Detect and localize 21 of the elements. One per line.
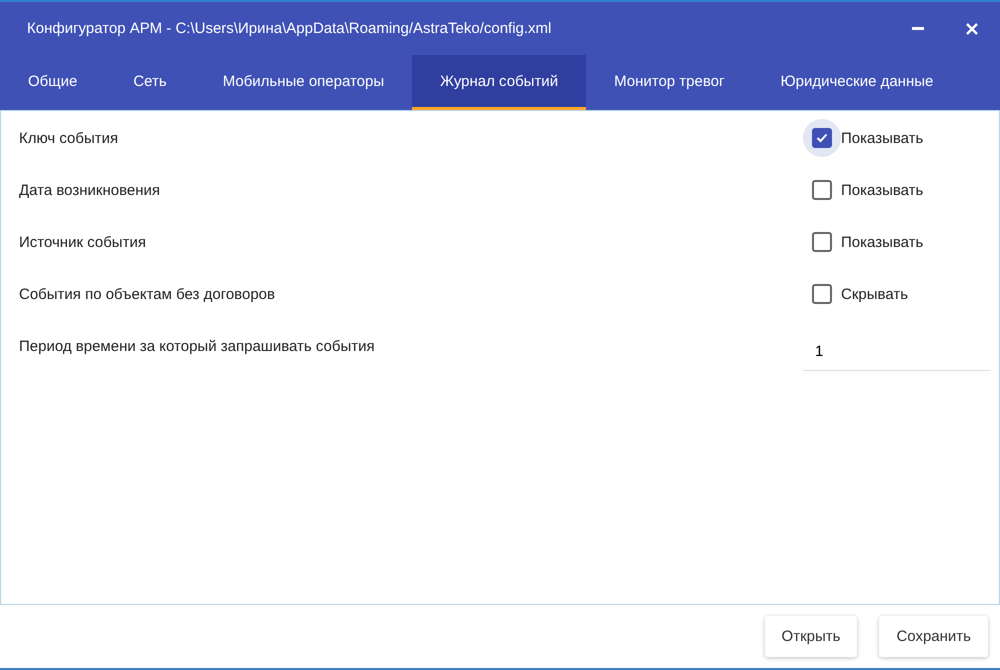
tab[interactable]: Общие (0, 55, 106, 110)
check-icon (816, 133, 828, 143)
tab[interactable]: Сеть (105, 55, 195, 110)
checkbox-label: Показывать (841, 234, 924, 250)
checkbox[interactable] (803, 119, 841, 157)
close-icon[interactable] (966, 22, 978, 34)
setting-label: Дата возникновения (19, 182, 160, 198)
setting-label: События по объектам без договоров (19, 286, 275, 302)
setting-label: Период времени за который запрашивать события (19, 338, 375, 354)
tab[interactable]: Мобильные операторы (194, 55, 412, 110)
setting-label: Ключ события (19, 130, 118, 146)
tab[interactable]: Монитор тревог (586, 55, 752, 110)
footer-button[interactable]: Открыть (764, 616, 858, 657)
checkbox-label: Скрывать (841, 286, 908, 302)
checkbox-label: Показывать (841, 182, 924, 198)
tab[interactable]: Юридические данные (752, 55, 962, 110)
setting-label: Источник события (19, 234, 146, 250)
checkbox-label: Показывать (841, 130, 924, 146)
window-title: Конфигуратор АРМ - C:\Users\Ирина\AppData\Roaming/AstraTeko/config.xml (27, 20, 552, 37)
tab[interactable]: Журнал событий (412, 55, 586, 110)
footer-button[interactable]: Сохранить (879, 616, 988, 657)
